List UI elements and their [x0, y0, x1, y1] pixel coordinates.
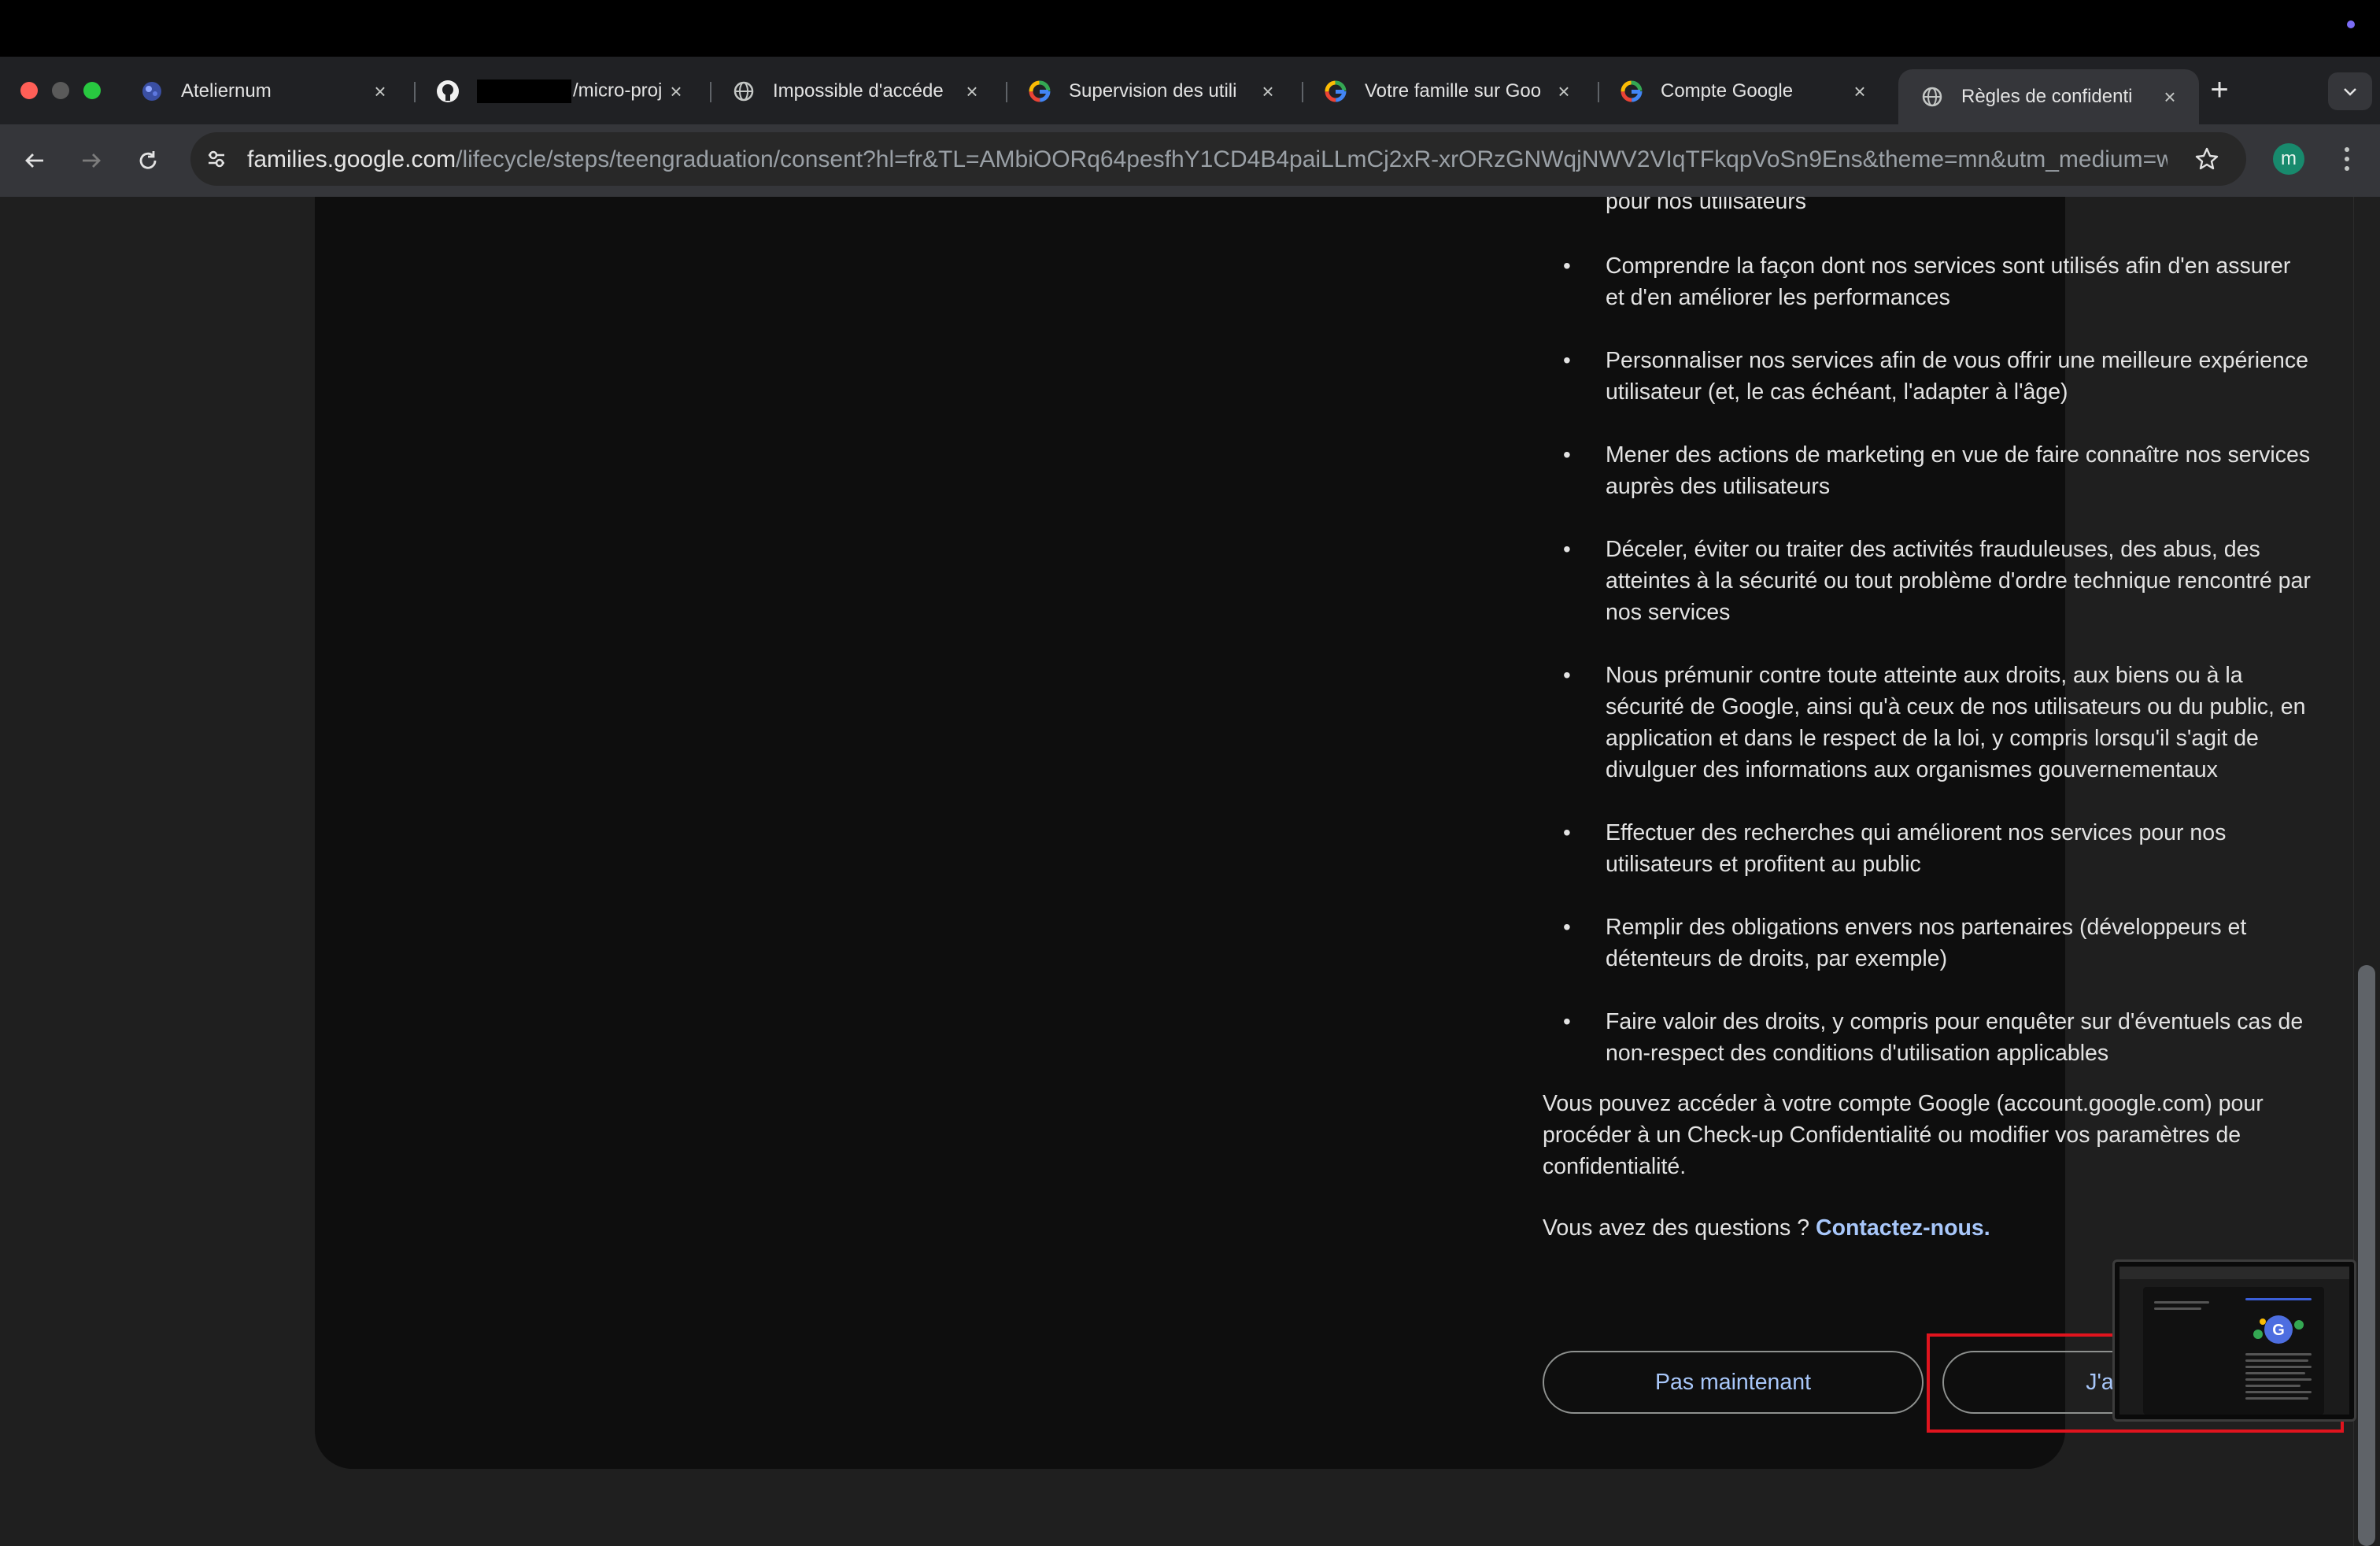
bullet: •: [1563, 820, 1571, 845]
back-arrow-icon: [25, 153, 43, 168]
bullet: •: [1563, 537, 1571, 561]
close-tab-icon[interactable]: ×: [1848, 80, 1872, 103]
close-tab-icon[interactable]: ×: [1256, 80, 1280, 103]
tab-title: Règles de confidenti: [1961, 86, 2133, 107]
bullet: •: [1563, 442, 1571, 467]
bookmark-star-icon[interactable]: [2190, 142, 2224, 176]
status-dot: [2347, 20, 2355, 28]
consent-card: •Développer de nouveaux produits et de n…: [315, 197, 2344, 1469]
close-window-button[interactable]: [20, 82, 38, 99]
bullet: •: [1563, 915, 1571, 939]
close-tab-icon[interactable]: ×: [960, 80, 984, 103]
tab-title: Ateliernum: [181, 80, 272, 102]
forward-button[interactable]: [71, 140, 112, 181]
menu-bar: [0, 0, 2380, 57]
tab-compte-google[interactable]: Compte Google ×: [1598, 69, 1889, 113]
page-thumbnail: G: [2112, 1259, 2356, 1422]
not-now-button[interactable]: Pas maintenant: [1543, 1351, 1924, 1414]
url-text[interactable]: families.google.com/lifecycle/steps/teen…: [247, 146, 2168, 175]
profile-avatar[interactable]: m: [2273, 143, 2304, 175]
chevron-down-icon: [2344, 88, 2356, 96]
google-g-icon: [1620, 80, 1643, 103]
url-path: /lifecycle/steps/teengraduation/consent?…: [456, 146, 2168, 172]
svg-text:G: G: [2272, 1322, 2285, 1339]
close-tab-icon[interactable]: ×: [664, 80, 688, 103]
tab-regles-confidentialite[interactable]: Règles de confidenti ×: [1898, 69, 2199, 124]
tab-title: Votre famille sur Goo: [1365, 80, 1542, 102]
globe-blue-icon: [140, 80, 164, 103]
bullet: •: [1563, 253, 1571, 278]
new-tab-button[interactable]: +: [2204, 74, 2235, 107]
bullet: •: [1563, 663, 1571, 687]
tab-title: Compte Google: [1661, 80, 1794, 102]
reload-icon: [139, 151, 157, 169]
scrollbar-thumb[interactable]: [2358, 965, 2375, 1546]
page-viewport: •Développer de nouveaux produits et de n…: [0, 197, 2380, 1546]
tab-impossible[interactable]: Impossible d'accéde ×: [710, 69, 1001, 113]
google-g-icon: [1324, 80, 1347, 103]
close-tab-icon[interactable]: ×: [1552, 80, 1576, 103]
forward-arrow-icon: [83, 153, 101, 168]
minimize-window-button[interactable]: [52, 82, 69, 99]
github-icon: [436, 80, 460, 103]
contact-link[interactable]: Contactez-nous.: [1816, 1215, 1990, 1241]
close-tab-icon[interactable]: ×: [368, 80, 392, 103]
tab-supervision[interactable]: Supervision des utili ×: [1006, 69, 1297, 113]
tab-github[interactable]: /micro-proj ×: [414, 69, 705, 113]
reload-button[interactable]: [128, 140, 168, 181]
bullet: •: [1563, 348, 1571, 372]
tab-title: Supervision des utili: [1069, 80, 1237, 102]
tab-votre-famille[interactable]: Votre famille sur Goo ×: [1302, 69, 1593, 113]
tab-ateliernum[interactable]: Ateliernum ×: [118, 69, 409, 113]
bullet: •: [1563, 1009, 1571, 1034]
site-settings-icon[interactable]: [200, 142, 233, 176]
zoom-window-button[interactable]: [83, 82, 101, 99]
globe-icon: [732, 80, 756, 103]
close-tab-icon[interactable]: ×: [2158, 85, 2182, 109]
google-g-icon: [1028, 80, 1051, 103]
more-menu-icon[interactable]: [2331, 140, 2363, 178]
tab-search-button[interactable]: [2328, 72, 2372, 110]
google-logo-illustration-icon: G: [2253, 1315, 2304, 1344]
tab-title: Impossible d'accéde: [773, 80, 944, 102]
account-paragraph: Vous pouvez accéder à votre compte Googl…: [1543, 1091, 2264, 1179]
tab-title: /micro-proj: [573, 80, 663, 102]
questions-line: Vous avez des questions ? Contactez-nous…: [1543, 1215, 1990, 1241]
globe-icon: [1920, 85, 1944, 109]
url-host: families.google.com: [247, 146, 456, 172]
back-button[interactable]: [14, 140, 55, 181]
redacted-block: [477, 80, 571, 103]
